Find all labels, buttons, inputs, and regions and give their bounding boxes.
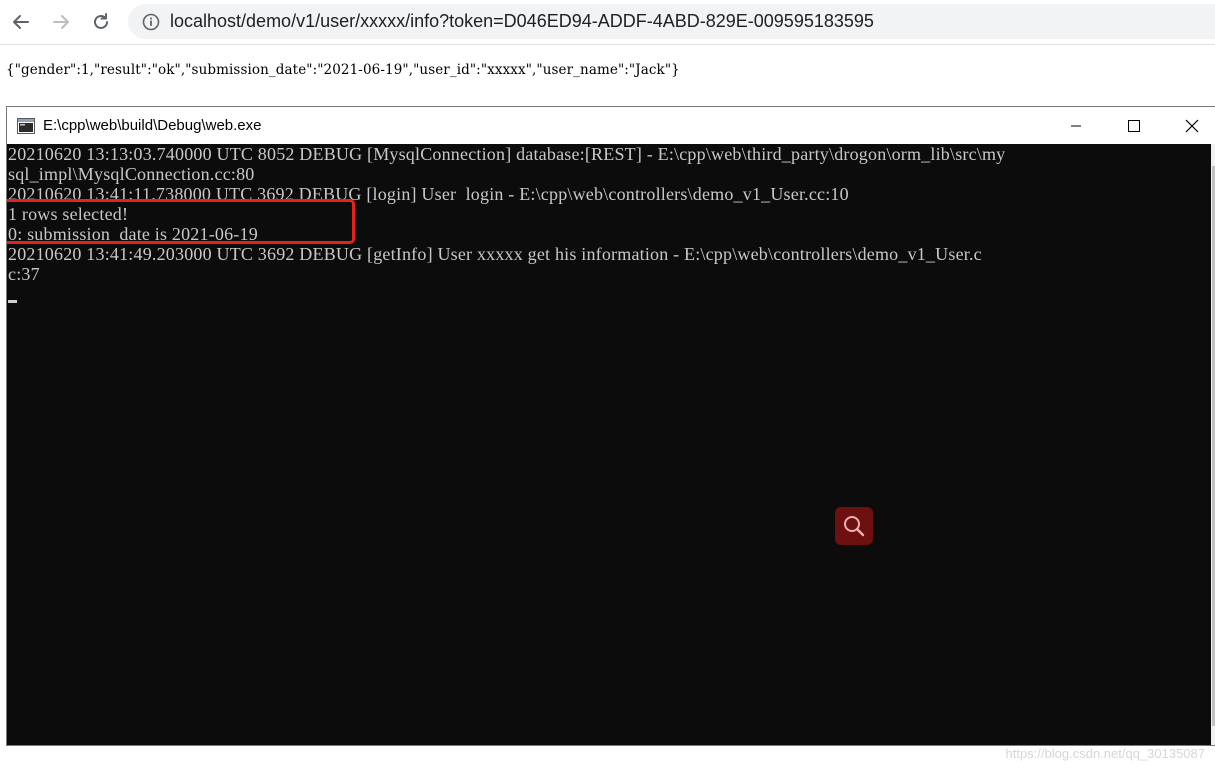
arrow-left-icon — [13, 15, 29, 29]
console-output[interactable]: 20210620 13:13:03.740000 UTC 8052 DEBUG … — [7, 144, 1211, 745]
browser-toolbar: localhost/demo/v1/user/xxxxx/info?token=… — [0, 0, 1215, 45]
console-title: E:\cpp\web\build\Debug\web.exe — [43, 117, 262, 134]
minimize-icon — [1071, 125, 1081, 126]
log-line: 20210620 13:41:49.203000 UTC 3692 DEBUG … — [8, 244, 982, 264]
back-button[interactable] — [6, 7, 36, 37]
close-button[interactable] — [1163, 107, 1215, 144]
search-button[interactable] — [835, 507, 873, 545]
arrow-right-icon — [53, 15, 69, 29]
address-bar[interactable]: localhost/demo/v1/user/xxxxx/info?token=… — [128, 4, 1215, 39]
url-text[interactable]: localhost/demo/v1/user/xxxxx/info?token=… — [170, 11, 874, 32]
console-window: E:\cpp\web\build\Debug\web.exe 20210620 … — [6, 106, 1215, 746]
minimize-button[interactable] — [1047, 107, 1105, 144]
maximize-icon — [1128, 119, 1140, 132]
highlight-annotation-box — [7, 199, 355, 244]
watermark: https://blog.csdn.net/qq_30135087 — [1005, 746, 1206, 761]
search-icon — [844, 516, 865, 537]
log-line: sql_impl\MysqlConnection.cc:80 — [8, 164, 255, 184]
console-titlebar[interactable]: E:\cpp\web\build\Debug\web.exe — [7, 107, 1215, 144]
text-cursor — [8, 300, 17, 303]
reload-button[interactable] — [86, 7, 116, 37]
maximize-button[interactable] — [1105, 107, 1163, 144]
log-line: 20210620 13:13:03.740000 UTC 8052 DEBUG … — [8, 144, 1006, 164]
console-app-icon — [17, 117, 35, 134]
scrollbar[interactable] — [1211, 144, 1215, 745]
log-line: c:37 — [8, 264, 40, 284]
info-icon[interactable] — [142, 13, 160, 31]
json-response-text: {"gender":1,"result":"ok","submission_da… — [6, 62, 680, 78]
close-icon — [1185, 119, 1199, 132]
reload-icon — [94, 13, 108, 29]
forward-button[interactable] — [46, 7, 76, 37]
